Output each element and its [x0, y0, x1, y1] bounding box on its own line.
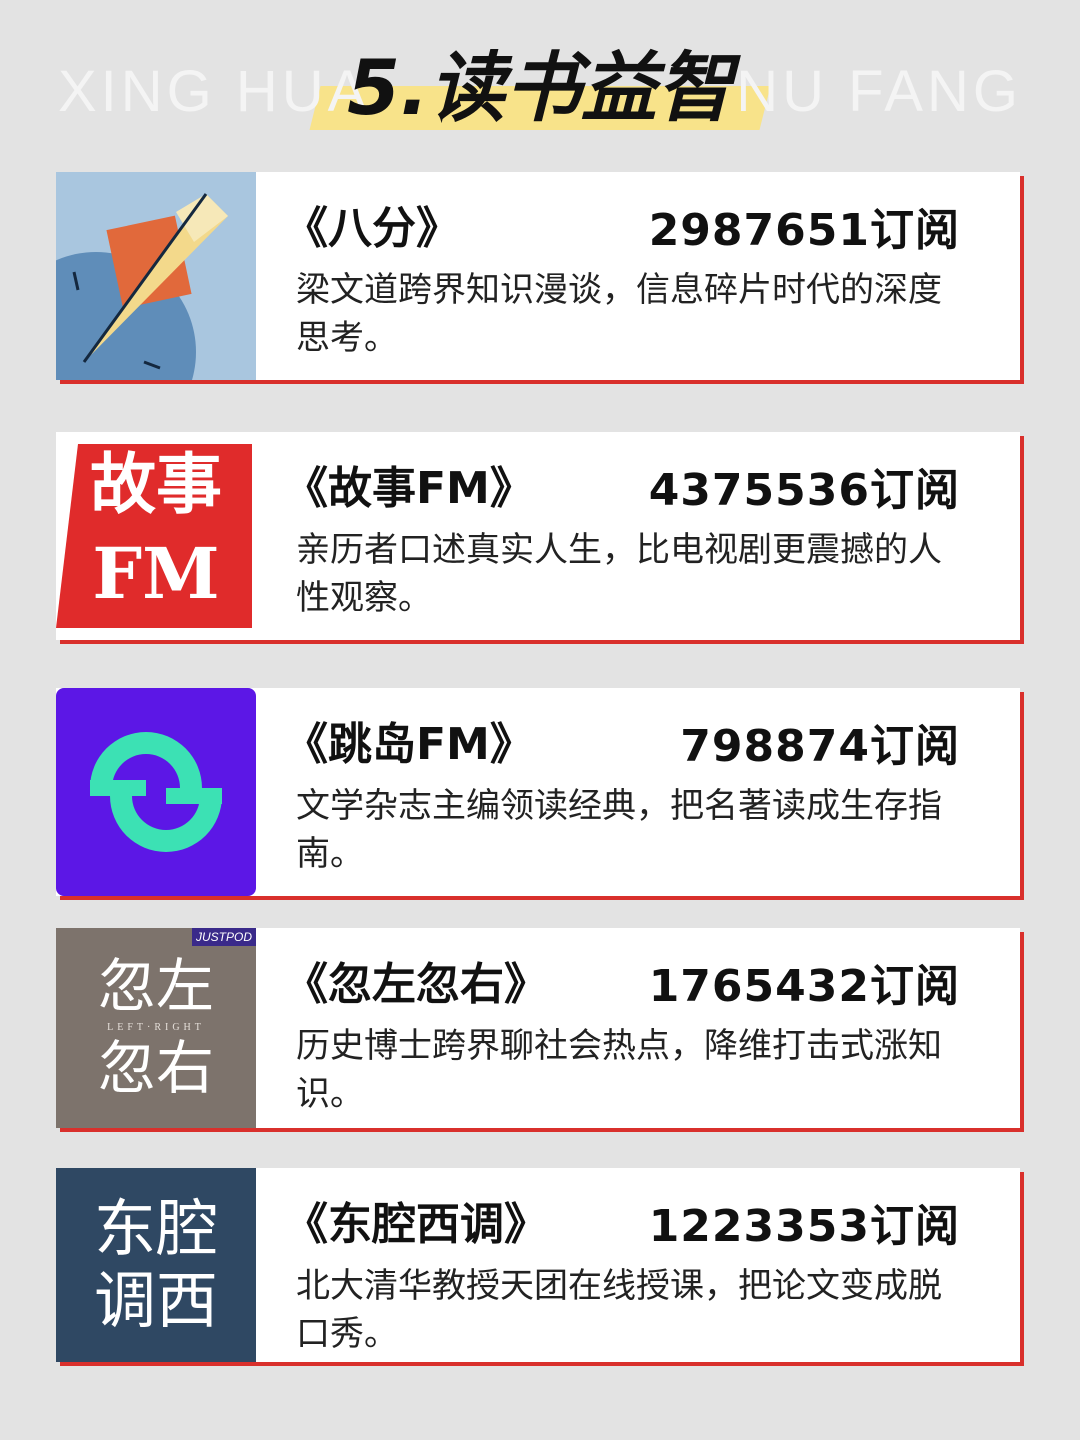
- tiaodao-fm-logo: [56, 688, 256, 896]
- dongqiang-xidiao-logo: 东腔 调西: [56, 1168, 256, 1362]
- dongqiang-logo-text: 东腔: [93, 1192, 218, 1265]
- subscriber-count: 4375536订阅: [648, 465, 960, 516]
- title-wrap: 5.读书益智: [0, 40, 1080, 126]
- gushi-logo-text: 故事: [90, 445, 222, 523]
- podcast-name: 《东腔西调》: [284, 1199, 548, 1250]
- subscriber-count: 2987651订阅: [648, 205, 960, 256]
- huzuo-logo-text: 忽左: [97, 952, 214, 1020]
- page-title: 5.读书益智: [323, 40, 757, 126]
- podcast-name: 《忽左忽右》: [284, 959, 548, 1010]
- subscriber-count: 1223353订阅: [648, 1201, 960, 1252]
- podcast-description: 北大清华教授天团在线授课，把论文变成脱口秀。: [296, 1266, 942, 1354]
- podcast-description: 历史博士跨界聊社会热点，降维打击式涨知识。: [296, 1026, 942, 1114]
- podcast-card-tiaodao-fm[interactable]: 《跳岛FM》 798874订阅 文学杂志主编领读经典，把名著读成生存指南。: [56, 688, 1020, 896]
- podcast-card-huzuohuyou[interactable]: JUSTPOD 忽左 LEFT·RIGHT 忽右 《忽左忽右》 1765432订…: [56, 928, 1020, 1128]
- huzuohuyou-logo: JUSTPOD 忽左 LEFT·RIGHT 忽右: [56, 928, 256, 1128]
- subscriber-count: 798874订阅: [680, 721, 960, 772]
- left-right-text: LEFT·RIGHT: [107, 1022, 205, 1033]
- podcast-card-dongqiang-xidiao[interactable]: 东腔 调西 《东腔西调》 1223353订阅 北大清华教授天团在线授课，把论文变…: [56, 1168, 1020, 1362]
- podcast-description: 文学杂志主编领读经典，把名著读成生存指南。: [296, 786, 942, 874]
- xidiao-logo-text: 调西: [93, 1264, 218, 1337]
- bafen-logo: [56, 172, 256, 380]
- podcast-card-gushi-fm[interactable]: 故事 FM 《故事FM》 4375536订阅 亲历者口述真实人生，比电视剧更震撼…: [56, 432, 1020, 640]
- justpod-badge: JUSTPOD: [191, 928, 256, 946]
- podcast-name: 《八分》: [284, 203, 460, 254]
- podcast-description: 梁文道跨界知识漫谈，信息碎片时代的深度思考。: [296, 270, 942, 358]
- podcast-name: 《跳岛FM》: [284, 719, 534, 770]
- podcast-card-bafen[interactable]: 《八分》 2987651订阅 梁文道跨界知识漫谈，信息碎片时代的深度思考。: [56, 172, 1020, 380]
- huyou-logo-text: 忽右: [97, 1034, 214, 1102]
- gushi-fm-logo: 故事 FM: [56, 432, 256, 640]
- podcast-description: 亲历者口述真实人生，比电视剧更震撼的人性观察。: [296, 530, 942, 618]
- podcast-name: 《故事FM》: [284, 463, 534, 514]
- subscriber-count: 1765432订阅: [648, 961, 960, 1012]
- fm-logo-text: FM: [92, 532, 220, 615]
